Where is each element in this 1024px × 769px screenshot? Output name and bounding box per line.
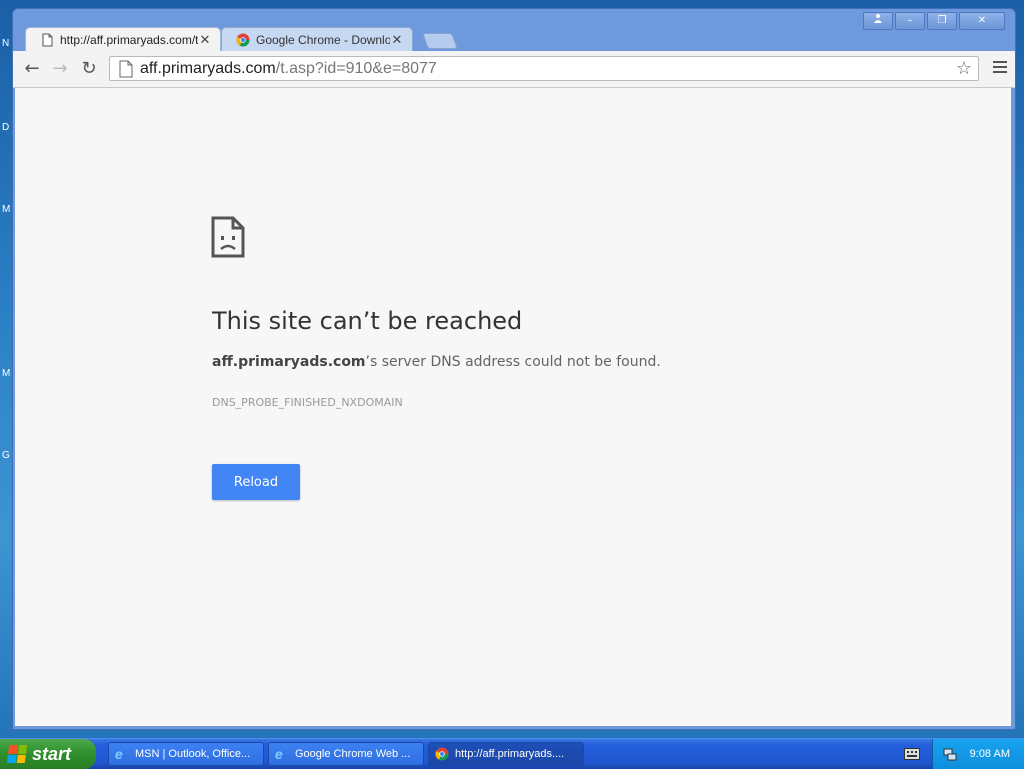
tab-strip: http://aff.primaryads.com/t. ✕ Google Ch… [21,27,921,51]
taskbar-item[interactable]: e MSN | Outlook, Office... [108,742,264,766]
back-button[interactable]: ← [21,59,43,79]
tab-close-icon[interactable]: ✕ [198,32,212,48]
taskbar-item-label: http://aff.primaryads.... [455,748,565,760]
error-title: This site can’t be reached [212,307,523,335]
reload-toolbar-button[interactable]: ↻ [78,59,100,79]
page-content: This site can’t be reached aff.primaryad… [15,88,1011,726]
close-window-button[interactable]: ✕ [959,12,1005,30]
network-icon[interactable] [943,747,957,761]
reload-icon: ↻ [81,58,97,79]
address-bar[interactable]: aff.primaryads.com/t.asp?id=910&e=8077 ☆ [109,56,979,81]
start-label: start [32,743,72,764]
error-host: aff.primaryads.com [212,354,366,370]
taskbar: start e MSN | Outlook, Office... e Googl… [0,738,1024,769]
tab-close-icon[interactable]: ✕ [390,32,404,48]
user-icon [874,14,882,23]
keyboard-icon[interactable] [904,748,920,760]
desktop-icon-label: M [2,204,11,215]
desktop-icon-label: N [2,38,10,49]
ie-icon: e [275,746,283,762]
url-host: aff.primaryads.com [140,59,276,77]
ie-icon: e [115,746,123,762]
error-description-text: ’s server DNS address could not be found… [365,354,661,370]
new-tab-button[interactable] [422,33,458,49]
system-tray: 9:08 AM [932,739,1024,769]
tab-active[interactable]: http://aff.primaryads.com/t. ✕ [25,27,221,51]
desktop-icon-label: D [2,122,10,133]
page-icon [42,33,53,46]
desktop-icon-label: G [2,450,10,461]
restore-icon: ❐ [937,15,947,26]
menu-bar-icon [993,66,1007,68]
restore-button[interactable]: ❐ [927,12,957,30]
url-path: /t.asp?id=910&e=8077 [275,59,437,77]
chrome-menu-button[interactable] [993,61,1007,76]
windows-flag-icon [6,745,28,763]
clock[interactable]: 9:08 AM [970,748,1010,760]
chrome-icon [236,33,250,46]
chrome-icon [435,747,449,761]
page-icon [119,60,133,77]
error-description: aff.primaryads.com’s server DNS address … [212,354,661,370]
forward-arrow-icon: → [52,58,68,79]
start-button[interactable]: start [0,739,96,769]
close-icon: ✕ [977,15,987,26]
sad-page-icon [211,216,245,258]
reload-button[interactable]: Reload [212,464,300,500]
back-arrow-icon: ← [24,58,40,79]
tab-title: http://aff.primaryads.com/t. [60,32,198,47]
desktop-icon-label: M [2,368,11,379]
taskbar-item-label: MSN | Outlook, Office... [135,748,251,760]
tab-title: Google Chrome - Download t [256,32,390,47]
forward-button[interactable]: → [49,59,71,79]
taskbar-item[interactable]: http://aff.primaryads.... [428,742,584,766]
bookmark-star-icon[interactable]: ☆ [956,58,972,79]
error-code: DNS_PROBE_FINISHED_NXDOMAIN [212,396,403,409]
chrome-window: – ❐ ✕ http://aff.primaryads.com/t. ✕ Goo… [12,8,1016,730]
taskbar-item[interactable]: e Google Chrome Web ... [268,742,424,766]
taskbar-item-label: Google Chrome Web ... [295,748,411,760]
menu-bar-icon [993,61,1007,63]
browser-toolbar: ← → ↻ aff.primaryads.com/t.asp?id=910&e=… [13,51,1015,88]
minimize-icon: – [907,15,913,26]
menu-bar-icon [993,71,1007,73]
tab-inactive[interactable]: Google Chrome - Download t ✕ [221,27,413,51]
